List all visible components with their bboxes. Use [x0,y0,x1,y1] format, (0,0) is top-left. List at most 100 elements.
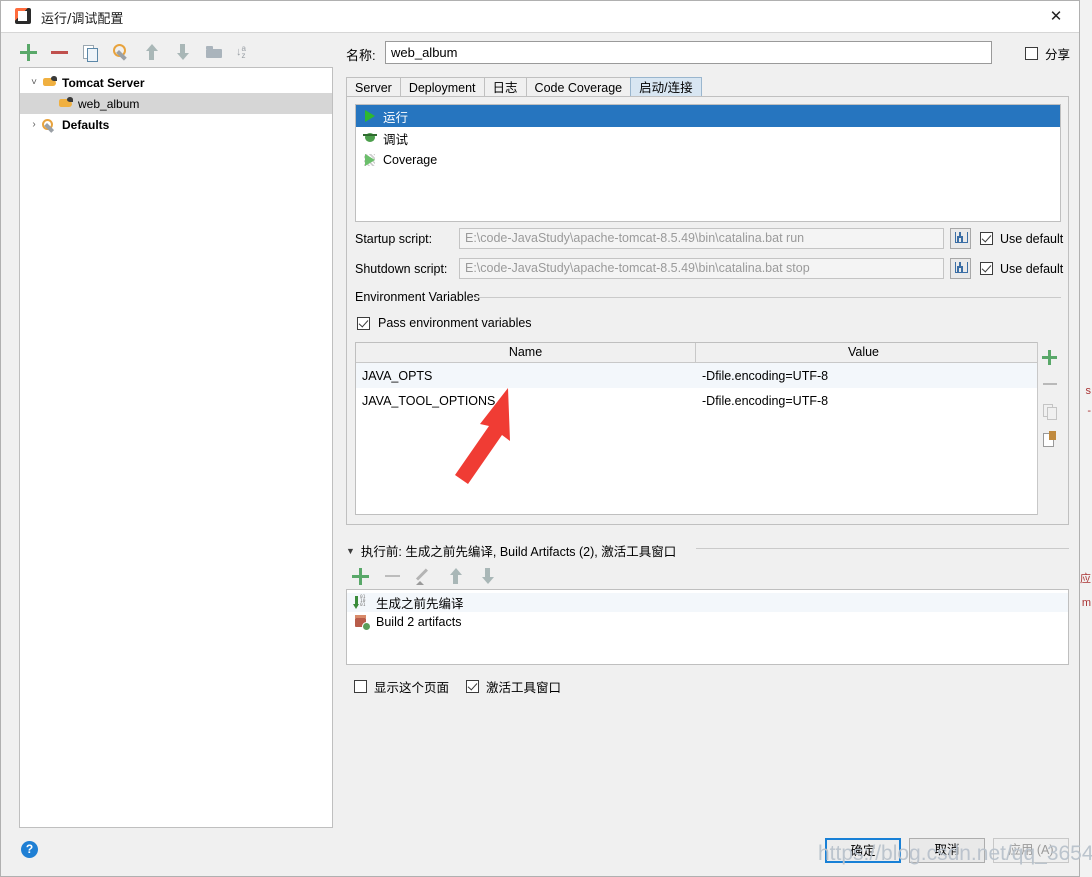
plus-icon[interactable] [351,567,369,585]
task-label: 生成之前先编译 [376,597,464,611]
tab-server[interactable]: Server [346,77,401,97]
chevron-right-icon[interactable]: › [26,119,42,130]
share-label: 分享 [1045,48,1071,62]
configuration-name-input[interactable]: web_album [385,41,992,64]
before-launch-task-list[interactable]: 01 10 01 生成之前先编译 Build 2 artifacts [346,589,1069,665]
env-name-cell[interactable]: JAVA_TOOL_OPTIONS [356,394,696,408]
before-launch-options: 显示这个页面 激活工具窗口 [354,677,561,696]
tree-item-label: web_album [78,96,140,111]
background-window-right-strip: s - 应 m [1079,0,1092,877]
tab-startup-connection[interactable]: 启动/连接 [630,77,702,97]
environment-table-toolbar [1037,342,1061,515]
tab-code-coverage[interactable]: Code Coverage [525,77,632,97]
table-row[interactable]: JAVA_TOOL_OPTIONS -Dfile.encoding=UTF-8 [356,388,1060,413]
wrench-icon[interactable] [112,43,130,61]
shutdown-script-row: Shutdown script: E:\code-JavaStudy\apach… [355,258,1063,279]
arrow-up-icon[interactable] [143,43,161,61]
share-checkbox[interactable]: 分享 [1025,44,1070,63]
before-launch-toolbar [351,567,497,585]
help-icon[interactable]: ? [21,841,38,858]
startup-use-default-box[interactable] [980,232,993,245]
tomcat-icon [42,75,59,90]
pass-environment-variables-checkbox[interactable]: Pass environment variables [357,316,532,330]
chevron-down-icon[interactable]: ▼ [346,546,355,556]
environment-variables-table[interactable]: Name Value JAVA_OPTS -Dfile.encoding=UTF… [355,342,1061,515]
startup-script-browse-icon[interactable] [950,228,971,249]
startup-use-default-label: Use default [1000,231,1064,246]
startup-script-row: Startup script: E:\code-JavaStudy\apache… [355,228,1063,249]
chevron-down-icon[interactable]: ˅ [26,77,42,88]
tree-item-web-album[interactable]: web_album [20,93,332,114]
startup-script-input[interactable]: E:\code-JavaStudy\apache-tomcat-8.5.49\b… [459,228,944,249]
activate-tool-window-box[interactable] [466,680,480,693]
intellij-idea-icon [15,8,31,24]
arrow-up-icon[interactable] [447,567,465,585]
cancel-button[interactable]: 取消 [909,838,985,863]
configurations-tree[interactable]: ˅ Tomcat Server web_album › Defaults [19,67,333,828]
tree-item-label: Defaults [62,117,110,132]
env-value-cell[interactable]: -Dfile.encoding=UTF-8 [696,394,1031,408]
run-mode-list[interactable]: 运行 调试 Coverage [355,104,1061,222]
before-launch-divider [696,548,1069,549]
share-checkbox-box[interactable] [1025,47,1038,60]
activate-tool-window-checkbox[interactable]: 激活工具窗口 [466,677,561,696]
background-text-1: - [1087,405,1091,417]
close-icon[interactable]: ✕ [1033,1,1079,31]
tab-logs[interactable]: 日志 [483,77,527,97]
run-mode-coverage[interactable]: Coverage [356,149,1060,171]
arrow-down-icon[interactable] [479,567,497,585]
tomcat-icon [58,96,75,111]
pass-env-checkbox-box[interactable] [357,316,370,330]
paste-icon[interactable] [1038,428,1062,452]
table-row[interactable]: JAVA_OPTS -Dfile.encoding=UTF-8 [356,363,1060,388]
name-label: 名称: [346,48,376,63]
minus-icon[interactable] [1038,372,1062,396]
tab-deployment[interactable]: Deployment [399,77,485,97]
run-mode-label: Coverage [383,153,438,167]
run-icon [362,109,379,124]
run-mode-debug[interactable]: 调试 [356,127,1060,149]
background-text-3: m [1081,597,1091,609]
tree-item-label: Tomcat Server [62,75,145,90]
folder-icon[interactable] [205,43,223,61]
run-mode-label: 运行 [383,110,409,125]
tree-item-defaults[interactable]: › Defaults [20,114,332,135]
background-text-0: s [1085,385,1092,397]
minus-icon[interactable] [383,567,401,585]
pencil-icon[interactable] [415,567,433,585]
show-this-page-label: 显示这个页面 [374,681,450,695]
environment-variables-group-label: Environment Variables [355,290,486,304]
task-row-compile[interactable]: 01 10 01 生成之前先编译 [347,593,1068,612]
plus-icon[interactable] [1038,346,1062,370]
run-mode-run[interactable]: 运行 [356,105,1060,127]
arrow-down-icon[interactable] [174,43,192,61]
shutdown-script-label: Shutdown script: [355,261,448,276]
dialog-title: 运行/调试配置 [41,12,124,27]
screen-root: ▣ s - 应 m 运行/调试配置 ✕ ↓az ˅ [0,0,1092,877]
ok-button[interactable]: 确定 [825,838,901,863]
show-this-page-checkbox[interactable]: 显示这个页面 [354,677,449,696]
dialog-titlebar: 运行/调试配置 ✕ [1,1,1079,33]
shutdown-use-default-checkbox[interactable]: Use default [980,262,1063,276]
shutdown-script-input[interactable]: E:\code-JavaStudy\apache-tomcat-8.5.49\b… [459,258,944,279]
table-header: Name Value [356,343,1060,363]
sort-az-icon[interactable]: ↓a z [236,43,254,61]
tree-item-tomcat-server[interactable]: ˅ Tomcat Server [20,72,332,93]
show-this-page-box[interactable] [354,680,367,693]
before-launch-title: 执行前: 生成之前先编译, Build Artifacts (2), 激活工具窗… [360,545,677,559]
run-mode-label: 调试 [383,132,409,147]
shutdown-use-default-box[interactable] [980,262,993,275]
plus-icon[interactable] [19,43,37,61]
copy-icon[interactable] [81,43,99,62]
env-value-cell[interactable]: -Dfile.encoding=UTF-8 [696,369,1031,383]
copy-icon[interactable] [1038,400,1062,424]
before-launch-header[interactable]: ▼ 执行前: 生成之前先编译, Build Artifacts (2), 激活工… [346,541,676,560]
task-row-build-artifacts[interactable]: Build 2 artifacts [347,612,1068,631]
group-divider [475,297,1061,298]
minus-icon[interactable] [50,43,68,61]
startup-use-default-checkbox[interactable]: Use default [980,232,1063,246]
wrench-icon [42,117,59,132]
env-name-cell[interactable]: JAVA_OPTS [356,369,696,383]
shutdown-script-browse-icon[interactable] [950,258,971,279]
column-header-value: Value [847,345,880,359]
